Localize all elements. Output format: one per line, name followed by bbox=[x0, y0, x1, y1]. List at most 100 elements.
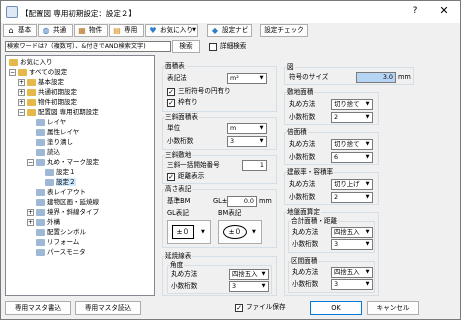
folder-icon bbox=[27, 88, 36, 96]
rounding-select[interactable]: 切り上げ ▼ bbox=[331, 179, 373, 190]
rounding-label: 丸め方法 bbox=[289, 180, 316, 188]
tree-item-favorites[interactable]: お気に入り bbox=[9, 58, 53, 67]
toolbar-settings-check-button[interactable]: 設定チェック bbox=[260, 24, 308, 37]
search-input[interactable]: 検索ワードは?（複数可）、&付きでAND検索文字) bbox=[5, 41, 171, 52]
expand-icon[interactable]: + bbox=[27, 208, 34, 216]
expand-icon[interactable]: + bbox=[18, 88, 25, 96]
tree-item-layout-symbol[interactable]: 配置シンボル bbox=[36, 228, 86, 237]
tree-item-exterior[interactable]: + 外構 bbox=[27, 218, 60, 227]
distance-checkbox[interactable]: ✓ bbox=[167, 173, 175, 181]
decimals-label: 小数桁数 bbox=[289, 153, 316, 161]
collapse-icon[interactable]: − bbox=[27, 158, 34, 166]
settings-page-icon bbox=[36, 248, 45, 256]
tree-item-perse-monitor[interactable]: パースモニタ bbox=[36, 248, 86, 257]
rounding-select[interactable]: 四捨五入 ▼ bbox=[331, 267, 373, 278]
symbol-size-input[interactable]: 3.0 bbox=[356, 72, 396, 83]
notation-select[interactable]: m² ▼ bbox=[227, 73, 267, 84]
app-icon bbox=[6, 6, 18, 18]
close-button[interactable]: ✕ bbox=[432, 3, 456, 19]
settings-tree[interactable]: お気に入り − すべての設定 + 基本設定 + 共通初期設定 + 物件初期設定 − 配置図… bbox=[5, 55, 155, 296]
write-master-button[interactable]: 専用マスタ書込 bbox=[5, 301, 71, 315]
rounding-select[interactable]: 四捨五入 ▼ bbox=[331, 227, 373, 238]
collapse-icon[interactable]: − bbox=[18, 108, 25, 116]
decimals-select[interactable]: 3 ▼ bbox=[331, 239, 373, 250]
tree-item-layer-attr[interactable]: 属性レイヤ bbox=[36, 128, 79, 137]
decimals-label: 小数桁数 bbox=[292, 280, 319, 288]
start-number-input[interactable]: 1 bbox=[242, 160, 267, 171]
settings-page-icon bbox=[36, 128, 45, 136]
collapse-icon[interactable]: − bbox=[9, 68, 16, 76]
tree-item-setting1[interactable]: 設定１ bbox=[45, 168, 76, 177]
expand-icon[interactable]: + bbox=[18, 98, 25, 106]
chevron-down-icon: ▼ bbox=[365, 181, 370, 187]
toolbar-basic-button[interactable]: ⌂ 基本 bbox=[3, 24, 37, 37]
chevron-down-icon: ▼ bbox=[192, 27, 196, 33]
save-file-checkbox[interactable]: ✓ bbox=[235, 304, 243, 312]
tree-item-all-settings[interactable]: − すべての設定 bbox=[9, 68, 67, 77]
chevron-down-icon: ▼ bbox=[261, 271, 266, 277]
building-coverage-title: 建蔽率・容積率 bbox=[287, 168, 335, 176]
bm-symbol-button[interactable]: ±０ ▼ bbox=[218, 220, 262, 244]
base-bm-label: 基準BM bbox=[167, 197, 191, 205]
toolbar-settings-navi-button[interactable]: ◆ 設定ナビ bbox=[207, 24, 252, 37]
folder-icon bbox=[9, 58, 18, 66]
toolbar-property-button[interactable]: ▦ 物件 bbox=[74, 24, 108, 37]
toolbar-favorites-button[interactable]: ♥ お気に入り ▼ bbox=[145, 24, 198, 37]
three-digit-circle-checkbox[interactable]: ✓ bbox=[167, 88, 175, 96]
tree-item-common-initial[interactable]: + 共通初期設定 bbox=[18, 88, 77, 97]
tree-item-property-initial[interactable]: + 物件初期設定 bbox=[18, 98, 77, 107]
toolbar-dedicated-button[interactable]: ▤ 専用 bbox=[109, 24, 144, 37]
rounding-label: 丸め方法 bbox=[292, 228, 319, 236]
extension-title: 延焼線表 bbox=[165, 252, 193, 260]
area-table-title: 面積表 bbox=[165, 62, 186, 70]
gl-symbol-button[interactable]: ±０ ▼ bbox=[167, 220, 211, 244]
rounding-select[interactable]: 切り捨て ▼ bbox=[331, 139, 373, 150]
detail-search-checkbox[interactable] bbox=[209, 43, 217, 51]
decimals-select[interactable]: 2 ▼ bbox=[331, 192, 373, 203]
help-button[interactable]: ? bbox=[408, 3, 422, 19]
frame-checkbox[interactable]: ✓ bbox=[167, 99, 175, 107]
three-digit-site-title: 三斜敷地 bbox=[165, 151, 193, 159]
figure-title: 図 bbox=[287, 63, 295, 71]
tree-item-site-plan-initial[interactable]: − 配置図 専用初期設定 bbox=[18, 108, 99, 117]
expand-icon[interactable]: + bbox=[27, 218, 34, 226]
tree-item-fill[interactable]: 塗り潰し bbox=[36, 138, 73, 147]
tree-item-circle-mark[interactable]: − 丸め・マーク設定 bbox=[27, 158, 99, 167]
tree-item-read[interactable]: 読込 bbox=[36, 148, 60, 157]
decimals-select[interactable]: 2 ▼ bbox=[331, 112, 373, 123]
globe-icon: ◍ bbox=[42, 26, 50, 35]
cancel-button[interactable]: キャンセル bbox=[367, 301, 419, 315]
rounding-select[interactable]: 四捨五入 ▼ bbox=[229, 269, 269, 280]
distance-label: 距離表示 bbox=[178, 172, 205, 180]
chevron-down-icon: ▼ bbox=[201, 229, 205, 235]
decimals-select[interactable]: 6 ▼ bbox=[331, 152, 373, 163]
toolbar-common-button[interactable]: ◍ 共通 bbox=[38, 24, 73, 37]
tree-item-table-layout[interactable]: 表レイアウト bbox=[36, 188, 86, 197]
read-master-button[interactable]: 専用マスタ読込 bbox=[75, 301, 141, 315]
expand-icon[interactable]: + bbox=[18, 78, 25, 86]
symbol-size-label: 符号のサイズ bbox=[289, 73, 329, 81]
document-icon: ▤ bbox=[113, 26, 121, 35]
decimals-select[interactable]: 3 ▼ bbox=[227, 136, 267, 147]
ok-button[interactable]: OK bbox=[310, 301, 362, 315]
tree-item-building-area[interactable]: 建物区画・延焼線 bbox=[36, 198, 99, 207]
chevron-down-icon: ▼ bbox=[365, 241, 370, 247]
tree-item-layer[interactable]: レイヤ bbox=[36, 118, 66, 127]
tree-item-reform[interactable]: リフォーム bbox=[36, 238, 79, 247]
rounding-select[interactable]: 切り捨て ▼ bbox=[331, 99, 373, 110]
decimals-select[interactable]: 3 ▼ bbox=[331, 279, 373, 290]
settings-page-icon bbox=[36, 148, 45, 156]
unit-select[interactable]: m ▼ bbox=[227, 123, 267, 134]
settings-dialog: 【配置図 専用初期設定：設定２】 ? ✕ ⌂ 基本 ◍ 共通 ▦ 物件 ▤ 専用 ♥ お気… bbox=[0, 0, 461, 320]
settings-page-icon bbox=[36, 218, 45, 226]
tree-item-setting2[interactable]: 設定２ bbox=[45, 178, 76, 187]
search-button[interactable]: 検索 bbox=[172, 40, 200, 53]
chevron-down-icon: ▼ bbox=[259, 138, 264, 144]
decimals-select[interactable]: 3 ▼ bbox=[229, 281, 269, 292]
symbol-size-unit: mm bbox=[398, 73, 411, 81]
decimals-label: 小数桁数 bbox=[167, 137, 194, 145]
chevron-down-icon: ▼ bbox=[365, 141, 370, 147]
gl-input[interactable]: 0.0 bbox=[227, 196, 257, 207]
tree-item-basic-settings[interactable]: + 基本設定 bbox=[18, 78, 64, 87]
tree-item-boundary[interactable]: + 境界・斜線タイプ bbox=[27, 208, 99, 217]
